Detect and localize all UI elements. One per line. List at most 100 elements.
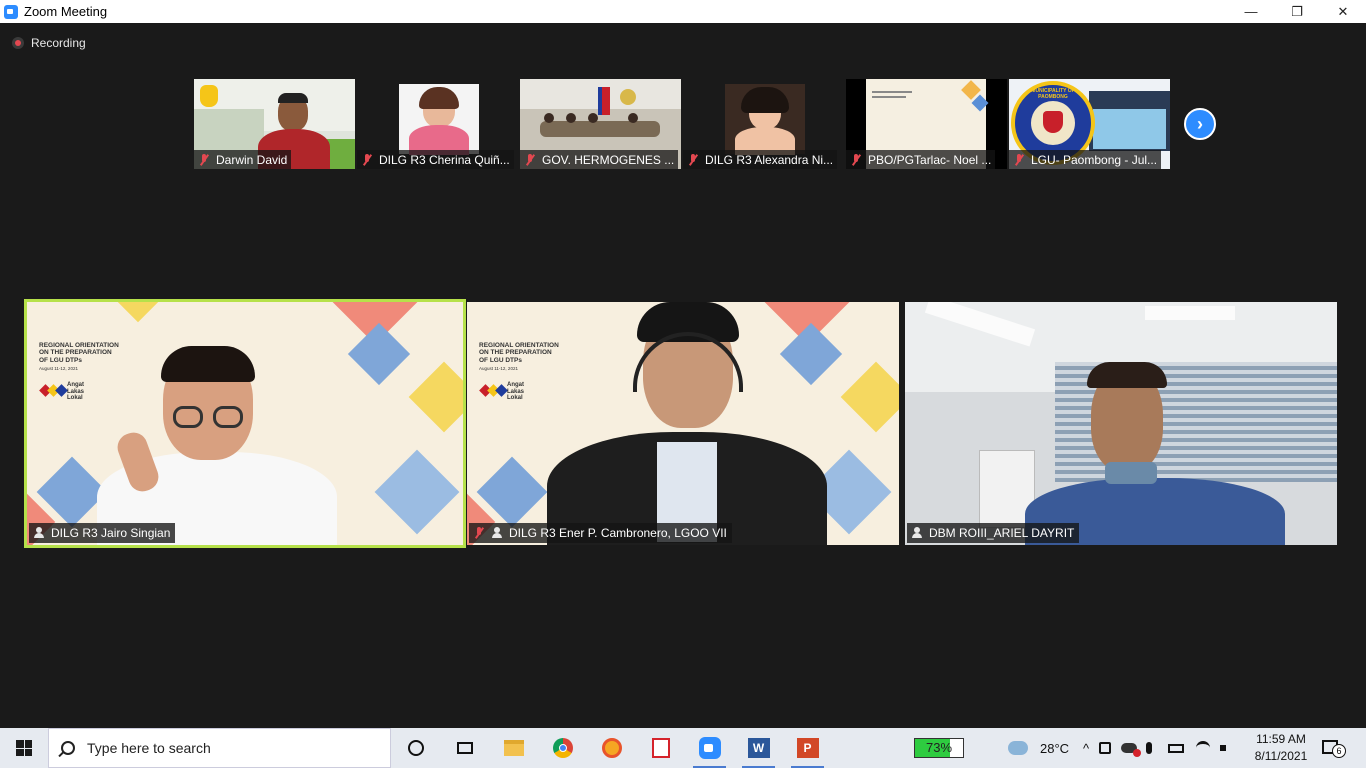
slide-title: REGIONAL ORIENTATION ON THE PREPARATION OF… (479, 342, 559, 372)
weather-icon[interactable] (1008, 741, 1028, 755)
powerpoint-icon: P (796, 738, 819, 758)
zoom-app-icon (4, 4, 18, 19)
word-icon: W (747, 738, 770, 758)
weather-temperature[interactable]: 28°C (1040, 741, 1069, 756)
slide-logo (479, 384, 508, 398)
chevron-right-icon: › (1197, 113, 1203, 134)
volume-icon[interactable] (1220, 742, 1234, 754)
search-icon (61, 741, 75, 755)
acrobat-button[interactable] (636, 728, 685, 768)
zoom-taskbar-button[interactable] (685, 728, 734, 768)
participant-thumbnail[interactable]: Darwin David (194, 79, 355, 169)
system-tray: 28°C ^ (1008, 728, 1234, 768)
recording-icon (12, 37, 24, 49)
cortana-button[interactable] (391, 728, 440, 768)
brave-browser-button[interactable] (587, 728, 636, 768)
chrome-button[interactable] (538, 728, 587, 768)
windows-logo-icon (16, 740, 32, 756)
recording-indicator[interactable]: Recording (12, 36, 86, 50)
microphone-icon[interactable] (1146, 742, 1153, 754)
mic-muted-icon (1013, 153, 1025, 166)
participant-name: DILG R3 Cherina Quiñ... (379, 152, 510, 167)
wifi-icon[interactable] (1196, 741, 1211, 755)
participant-nametag: GOV. HERMOGENES ... (520, 150, 679, 169)
participant-nametag: DILG R3 Alexandra Ni... (683, 150, 838, 169)
folder-icon (503, 740, 524, 756)
video-tile-active-speaker[interactable]: REGIONAL ORIENTATION ON THE PREPARATION OF… (24, 299, 466, 548)
thumbnail-strip: Darwin David DILG R3 Cherina Quiñ... GOV… (194, 79, 1170, 169)
participant-name: Darwin David (216, 152, 288, 167)
participant-nametag: DILG R3 Cherina Quiñ... (357, 150, 514, 169)
participant-name: LGU- Paombong - Jul... (1031, 152, 1158, 167)
close-button[interactable]: ✕ (1320, 0, 1366, 23)
participant-name: DILG R3 Jairo Singian (51, 526, 171, 540)
participant-name: DBM ROIII_ARIEL DAYRIT (929, 526, 1075, 540)
mic-muted-icon (850, 153, 862, 166)
mic-muted-icon (361, 153, 373, 166)
taskbar-clock[interactable]: 11:59 AM 8/11/2021 (1250, 731, 1312, 765)
battery-meter-widget[interactable]: 73% (914, 738, 964, 758)
participant-name: DILG R3 Alexandra Ni... (705, 152, 834, 167)
participant-name: GOV. HERMOGENES ... (542, 152, 675, 167)
next-page-button[interactable]: › (1184, 108, 1216, 140)
participant-nametag: Darwin David (194, 150, 292, 169)
meeting-area: Recording Darwin David DILG R3 Cherina Q… (0, 23, 1366, 728)
notification-count: 6 (1332, 744, 1346, 758)
slide-title: REGIONAL ORIENTATION ON THE PREPARATION OF… (39, 342, 119, 372)
mic-muted-icon (473, 527, 485, 539)
file-explorer-button[interactable] (489, 728, 538, 768)
restore-button[interactable]: ❐ (1274, 0, 1320, 23)
participant-icon (33, 527, 45, 539)
chevron-up-icon[interactable]: ^ (1083, 741, 1089, 756)
battery-percent-label: 73% (925, 740, 953, 755)
participant-icon (491, 527, 503, 539)
meet-now-icon[interactable] (1099, 742, 1112, 754)
windows-taskbar: Type here to search W P 73% 28°C ^ 11:59… (0, 728, 1366, 768)
participant-nametag: DILG R3 Ener P. Cambronero, LGOO VII (469, 523, 732, 543)
seal-text: MUNICIPALITY OF PAOMBONG (1031, 88, 1075, 100)
minimize-button[interactable]: — (1228, 0, 1274, 23)
clock-date: 8/11/2021 (1254, 749, 1308, 763)
pdf-icon (651, 738, 670, 758)
participant-name: PBO/PGTarlac- Noel ... (868, 152, 992, 167)
recording-label: Recording (31, 36, 86, 50)
slide-logo (39, 384, 68, 398)
participant-thumbnail[interactable]: PBO/PGTarlac- Noel ... (846, 79, 1007, 169)
action-center-button[interactable]: 6 (1322, 738, 1346, 758)
start-button[interactable] (0, 728, 48, 768)
raised-hand-icon (200, 85, 218, 107)
slide-brand: Angat Lakas Lokal (507, 382, 525, 402)
participant-icon (911, 527, 923, 539)
participant-thumbnail[interactable]: DILG R3 Cherina Quiñ... (357, 79, 518, 169)
mic-muted-icon (687, 153, 699, 166)
taskbar-search-box[interactable]: Type here to search (48, 728, 391, 768)
brave-browser-icon (601, 738, 622, 758)
video-tile[interactable]: DBM ROIII_ARIEL DAYRIT (905, 302, 1337, 545)
battery-icon[interactable] (1168, 743, 1185, 753)
powerpoint-taskbar-button[interactable]: P (783, 728, 832, 768)
participant-thumbnail[interactable]: GOV. HERMOGENES ... (520, 79, 681, 169)
participant-thumbnail[interactable]: DILG R3 Alexandra Ni... (683, 79, 844, 169)
slide-brand: Angat Lakas Lokal (67, 382, 85, 402)
search-placeholder: Type here to search (87, 740, 211, 756)
mic-muted-icon (524, 153, 536, 166)
participant-name: DILG R3 Ener P. Cambronero, LGOO VII (509, 526, 727, 540)
window-title: Zoom Meeting (24, 4, 108, 19)
participant-nametag: LGU- Paombong - Jul... (1009, 150, 1162, 169)
task-view-icon (456, 742, 473, 754)
clock-time: 11:59 AM (1256, 732, 1306, 746)
video-tile[interactable]: REGIONAL ORIENTATION ON THE PREPARATION OF… (467, 302, 899, 545)
cortana-icon (407, 740, 424, 756)
word-taskbar-button[interactable]: W (734, 728, 783, 768)
window-controls: — ❐ ✕ (1228, 0, 1366, 23)
zoom-icon (698, 737, 721, 759)
participant-nametag: DBM ROIII_ARIEL DAYRIT (907, 523, 1080, 543)
participant-nametag: PBO/PGTarlac- Noel ... (846, 150, 996, 169)
title-bar: Zoom Meeting — ❐ ✕ (0, 0, 1366, 23)
task-view-button[interactable] (440, 728, 489, 768)
participant-thumbnail[interactable]: MUNICIPALITY OF PAOMBONG LGU- Paombong -… (1009, 79, 1170, 169)
onedrive-offline-icon[interactable] (1121, 743, 1142, 757)
participant-nametag: DILG R3 Jairo Singian (29, 523, 176, 543)
chrome-icon (552, 738, 573, 758)
mic-muted-icon (198, 153, 210, 166)
